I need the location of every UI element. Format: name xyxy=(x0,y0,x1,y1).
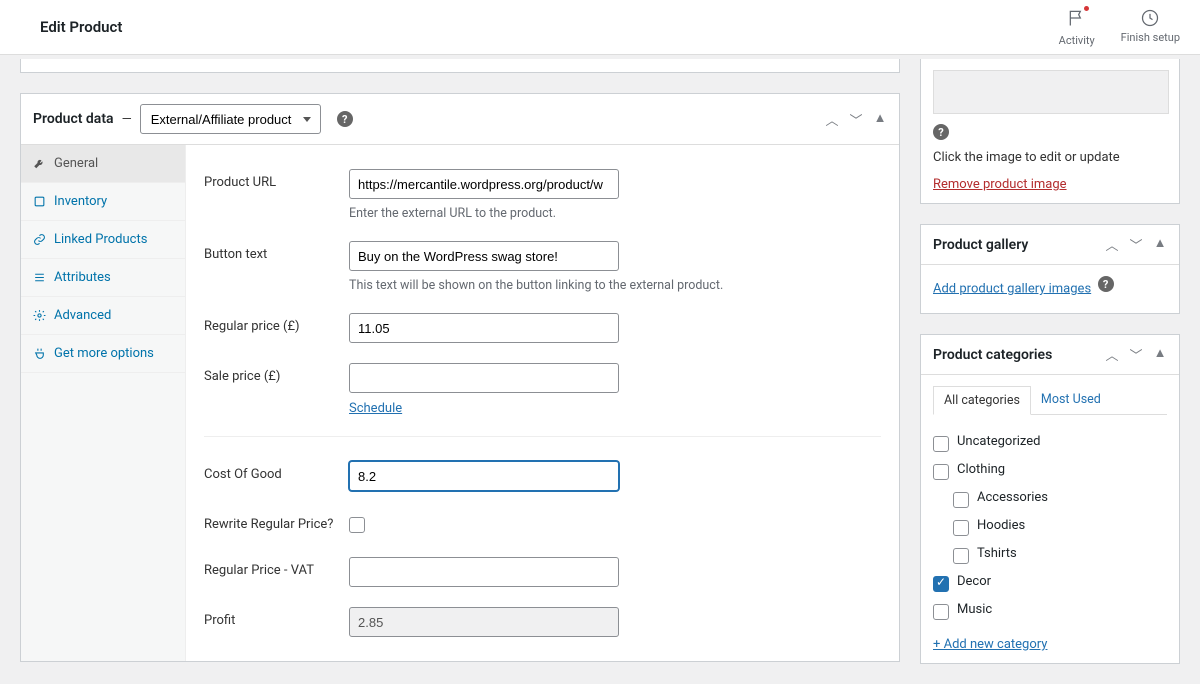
category-label: Decor xyxy=(957,574,991,589)
category-item[interactable]: Hoodies xyxy=(933,511,1167,539)
category-label: Uncategorized xyxy=(957,434,1040,449)
top-bar: Edit Product Activity Finish setup xyxy=(0,0,1200,55)
remove-image-link[interactable]: Remove product image xyxy=(933,177,1067,192)
collapsed-panel xyxy=(20,59,900,73)
collapse-icon[interactable]: ▲ xyxy=(1153,345,1167,364)
tab-more-options[interactable]: Get more options xyxy=(21,335,185,373)
activity-button[interactable]: Activity xyxy=(1059,8,1095,47)
category-item[interactable]: Clothing xyxy=(933,455,1167,483)
product-url-label: Product URL xyxy=(204,169,349,190)
page-title: Edit Product xyxy=(40,18,122,36)
category-checkbox[interactable] xyxy=(933,604,949,620)
wrench-icon xyxy=(33,157,46,170)
cog-label: Cost Of Good xyxy=(204,461,349,482)
category-checkbox[interactable] xyxy=(933,576,949,592)
flag-icon xyxy=(1067,8,1087,28)
category-item[interactable]: Uncategorized xyxy=(933,427,1167,455)
gallery-title: Product gallery xyxy=(933,237,1028,253)
tab-advanced[interactable]: Advanced xyxy=(21,297,185,335)
help-icon[interactable]: ? xyxy=(933,124,949,140)
regular-price-input[interactable] xyxy=(349,313,619,343)
categories-title: Product categories xyxy=(933,347,1052,363)
add-category-link[interactable]: + Add new category xyxy=(933,637,1047,652)
tab-linked[interactable]: Linked Products xyxy=(21,221,185,259)
button-text-help: This text will be shown on the button li… xyxy=(349,278,881,293)
category-checkbox[interactable] xyxy=(953,492,969,508)
category-checkbox[interactable] xyxy=(933,464,949,480)
help-icon[interactable]: ? xyxy=(1098,276,1114,292)
schedule-link[interactable]: Schedule xyxy=(349,401,402,416)
category-item[interactable]: Accessories xyxy=(933,483,1167,511)
product-gallery-panel: Product gallery ︿ ﹀ ▲ Add product galler… xyxy=(920,224,1180,314)
tab-inventory[interactable]: Inventory xyxy=(21,183,185,221)
rewrite-regular-price-checkbox[interactable] xyxy=(349,517,365,533)
sale-price-label: Sale price (£) xyxy=(204,363,349,384)
category-checkbox[interactable] xyxy=(953,548,969,564)
button-text-input[interactable] xyxy=(349,241,619,271)
profit-input xyxy=(349,607,619,637)
product-url-input[interactable] xyxy=(349,169,619,199)
category-tabs: All categories Most Used xyxy=(933,386,1167,415)
inventory-icon xyxy=(33,195,46,208)
category-label: Tshirts xyxy=(977,546,1017,561)
tab-attributes[interactable]: Attributes xyxy=(21,259,185,297)
regular-price-label: Regular price (£) xyxy=(204,313,349,334)
help-icon[interactable]: ? xyxy=(337,111,353,127)
move-up-icon[interactable]: ︿ xyxy=(1105,235,1119,254)
move-up-icon[interactable]: ︿ xyxy=(1105,345,1119,364)
category-checkbox[interactable] xyxy=(933,436,949,452)
fields-area: Product URL Enter the external URL to th… xyxy=(186,145,899,661)
category-checkbox[interactable] xyxy=(953,520,969,536)
tab-all-categories[interactable]: All categories xyxy=(933,386,1031,415)
profit-label: Profit xyxy=(204,607,349,628)
clock-icon xyxy=(1140,8,1160,28)
cost-of-good-input[interactable] xyxy=(349,461,619,491)
move-down-icon[interactable]: ﹀ xyxy=(849,110,863,129)
button-text-label: Button text xyxy=(204,241,349,262)
category-label: Clothing xyxy=(957,462,1005,477)
tab-general[interactable]: General xyxy=(21,145,185,183)
category-label: Accessories xyxy=(977,490,1048,505)
regular-price-vat-input[interactable] xyxy=(349,557,619,587)
list-icon xyxy=(33,271,46,284)
move-up-icon[interactable]: ︿ xyxy=(825,110,839,129)
tab-most-used[interactable]: Most Used xyxy=(1031,386,1111,414)
collapse-icon[interactable]: ▲ xyxy=(873,110,887,129)
category-item[interactable]: Tshirts xyxy=(933,539,1167,567)
gear-icon xyxy=(33,309,46,322)
collapse-icon[interactable]: ▲ xyxy=(1153,235,1167,254)
category-label: Music xyxy=(957,602,992,617)
product-image-panel: ? Click the image to edit or update Remo… xyxy=(920,59,1180,204)
finish-label: Finish setup xyxy=(1121,31,1180,44)
category-item[interactable]: Music xyxy=(933,595,1167,623)
regular-vat-label: Regular Price - VAT xyxy=(204,557,349,578)
finish-setup-button[interactable]: Finish setup xyxy=(1121,8,1180,47)
product-url-help: Enter the external URL to the product. xyxy=(349,206,881,221)
product-image-thumbnail[interactable] xyxy=(933,70,1169,114)
move-down-icon[interactable]: ﹀ xyxy=(1129,235,1143,254)
move-down-icon[interactable]: ﹀ xyxy=(1129,345,1143,364)
product-data-panel: Product data — External/Affiliate produc… xyxy=(20,93,900,662)
dash: — xyxy=(122,112,132,127)
rewrite-label: Rewrite Regular Price? xyxy=(204,511,349,532)
category-label: Hoodies xyxy=(977,518,1025,533)
image-edit-text: Click the image to edit or update xyxy=(933,150,1167,165)
plugin-icon xyxy=(33,347,46,360)
link-icon xyxy=(33,233,46,246)
add-gallery-link[interactable]: Add product gallery images xyxy=(933,281,1091,296)
top-actions: Activity Finish setup xyxy=(1059,8,1180,47)
activity-label: Activity xyxy=(1059,34,1095,47)
product-tabs: General Inventory Linked Products Attrib… xyxy=(21,145,186,661)
product-type-select[interactable]: External/Affiliate product xyxy=(140,104,321,134)
product-categories-panel: Product categories ︿ ﹀ ▲ All categories … xyxy=(920,334,1180,664)
category-list: Uncategorized Clothing Accessories Hoodies T… xyxy=(933,425,1167,627)
sale-price-input[interactable] xyxy=(349,363,619,393)
panel-toggles: ︿ ﹀ ▲ xyxy=(825,110,887,129)
panel-header: Product data — External/Affiliate produc… xyxy=(21,94,899,145)
panel-title: Product data xyxy=(33,111,114,127)
category-item[interactable]: Decor xyxy=(933,567,1167,595)
